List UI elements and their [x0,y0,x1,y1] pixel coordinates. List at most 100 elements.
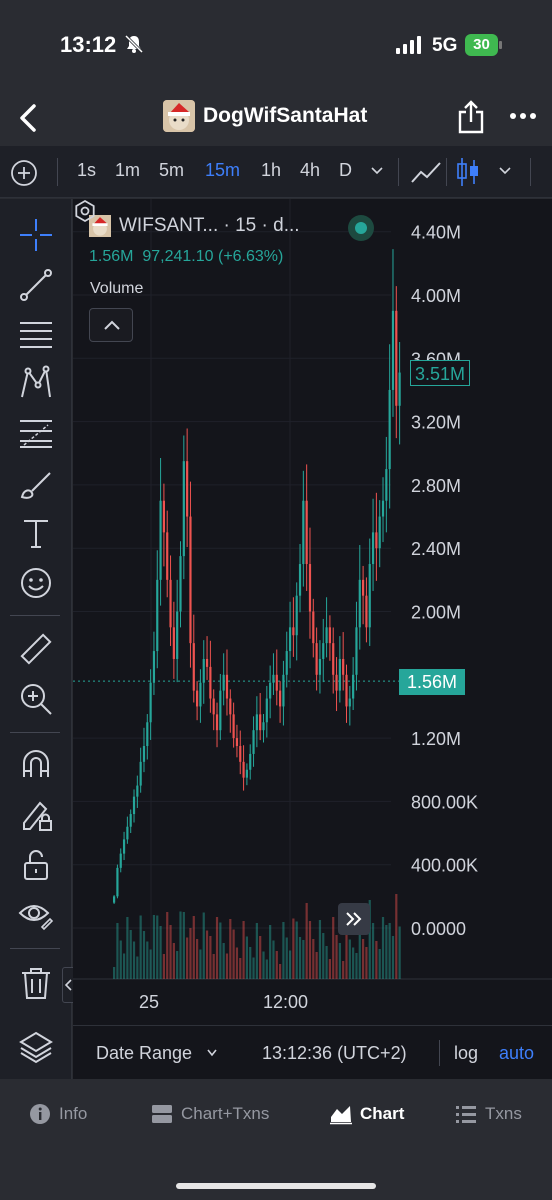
timeframe-4h[interactable]: 4h [300,160,320,181]
scroll-to-latest-button[interactable] [338,903,370,935]
volume-bar [239,958,242,979]
lock-drawing-icon[interactable] [18,797,54,833]
candle-body [352,674,355,699]
trash-icon[interactable] [18,965,54,1001]
candlestick-chart[interactable]: 4.40M4.00M3.60M3.20M2.80M2.40M2.00M1.20M… [73,199,552,1025]
timeframe-1s[interactable]: 1s [77,160,96,181]
timeframe-d[interactable]: D [339,160,352,181]
candle-body [205,658,209,667]
volume-indicator-label[interactable]: Volume [90,280,143,298]
volume-bar [388,923,391,979]
candlestick-icon[interactable] [456,156,480,188]
volume-bar [186,937,189,979]
candle-body [368,564,371,628]
candle-body [245,769,248,778]
candle-body [365,595,368,628]
back-arrow-icon[interactable] [10,98,50,138]
tab-label: Chart+Txns [181,1104,270,1123]
bottom-bar-divider [439,1040,440,1066]
candle-body [172,627,175,659]
volume-bar [113,967,116,979]
candle-body [176,611,179,659]
chart-txns-icon [152,1105,172,1123]
status-time: 13:12 [60,32,117,57]
chart-settings-icon[interactable] [73,199,97,223]
emoji-icon[interactable] [18,565,54,601]
time-axis-label: 25 [139,992,160,1012]
volume-bar [265,959,268,979]
time-axis-label: 12:00 [263,992,309,1012]
candle-body [388,389,391,470]
ruler-icon[interactable] [18,631,54,667]
zoom-in-icon[interactable] [18,681,54,717]
volume-bar [119,940,122,979]
toolbar-divider [57,158,58,186]
volume-bar [235,947,239,979]
volume-bar [142,931,146,979]
volume-bar [132,941,136,979]
hide-drawings-icon[interactable] [18,897,54,933]
candle-body [302,500,305,565]
cellular-signal-icon [396,36,421,54]
volume-bar [149,949,152,979]
candle-body [159,500,162,580]
volume-bar [362,939,365,979]
add-indicator-icon[interactable] [10,159,38,187]
candle-body [129,814,132,827]
timeframe-5m[interactable]: 5m [159,160,184,181]
trend-line-icon[interactable] [18,267,54,303]
battery-icon: 30 [465,34,503,56]
more-options-icon[interactable] [508,104,538,128]
candle-body [315,643,318,675]
collapse-legend-button[interactable] [89,308,133,342]
price-chart[interactable]: 4.40M4.00M3.60M3.20M2.80M2.40M2.00M1.20M… [73,199,552,1025]
candle-body [272,674,275,683]
candle-body [249,753,252,770]
timeframe-15m[interactable]: 15m [205,160,240,181]
volume-bar [229,919,232,979]
unlock-icon[interactable] [18,847,54,883]
volume-bar [242,921,245,979]
fib-retracement-icon[interactable] [18,415,54,451]
chevron-down-icon[interactable] [370,164,384,178]
chevron-down-icon[interactable] [206,1047,218,1059]
layers-icon[interactable] [18,1029,54,1065]
candle-body [375,532,378,549]
share-icon[interactable] [456,100,486,134]
volume-bar [139,915,142,979]
brush-icon[interactable] [18,467,54,503]
timeframe-1m[interactable]: 1m [115,160,140,181]
candle-body [212,698,215,715]
candle-body [395,310,398,406]
price-axis-label: 3.20M [411,413,461,433]
market-status-dot [348,215,374,241]
volume-bar [328,959,331,979]
tab-chart[interactable]: Chart [330,1101,404,1127]
candle-body [119,853,122,868]
volume-bar [196,939,199,979]
volume-bar [381,917,385,979]
rail-divider [10,615,60,616]
drawing-tools-rail [0,199,72,1079]
timeframe-1h[interactable]: 1h [261,160,281,181]
tab-info[interactable]: Info [29,1101,87,1127]
crosshair-icon[interactable] [18,217,54,253]
log-scale-button[interactable]: log [454,1043,478,1064]
chart-clock[interactable]: 13:12:36 (UTC+2) [262,1043,407,1064]
line-chart-icon[interactable] [410,158,442,186]
horizontal-lines-icon[interactable] [18,317,54,353]
volume-bar [318,920,322,979]
pattern-tool-icon[interactable] [18,365,54,401]
volume-bar [136,956,139,979]
text-tool-icon[interactable] [18,515,54,551]
date-range-button[interactable]: Date Range [96,1043,192,1064]
tab-chart-txns[interactable]: Chart+Txns [151,1101,269,1127]
chevron-down-icon[interactable] [498,164,512,178]
magnet-icon[interactable] [18,747,54,783]
volume-bar [285,937,288,979]
auto-scale-button[interactable]: auto [499,1043,534,1064]
tab-txns[interactable]: Txns [455,1101,522,1127]
candle-body [328,627,331,644]
legend-symbol-row[interactable]: WIFSANT... · 15 · d... [89,215,300,237]
candle-body [292,627,295,636]
